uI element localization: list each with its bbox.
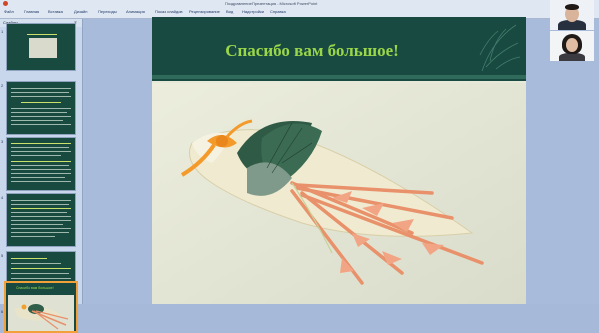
tab-insert[interactable]: Вставка <box>48 9 63 14</box>
slide-heading[interactable]: Спасибо вам большое! <box>152 41 472 61</box>
slide-number: 1 <box>1 29 4 34</box>
tab-review[interactable]: Рецензирование <box>189 9 220 14</box>
tab-help[interactable]: Справка <box>270 9 286 14</box>
header-stripe <box>152 75 526 79</box>
slide-header-band: Спасибо вам большое! <box>152 17 526 81</box>
tab-transitions[interactable]: Переходы <box>98 9 117 14</box>
window-title: ПоздравлениеПрезентация - Microsoft Powe… <box>225 1 318 6</box>
thumbnail-picture <box>29 38 57 58</box>
tab-slideshow[interactable]: Показ слайдов <box>155 9 183 14</box>
tab-design[interactable]: Дизайн <box>74 9 87 14</box>
slide-number: 2 <box>1 83 4 88</box>
tab-animations[interactable]: Анимация <box>126 9 145 14</box>
slides-panel: 1 2 3 4 5 6 Спасибо вам большое! <box>0 23 83 333</box>
tab-addins[interactable]: Надстройки <box>242 9 264 14</box>
slide-number: 5 <box>1 253 4 258</box>
thumbnail-caption: Спасибо вам большое! <box>16 286 54 290</box>
tab-home[interactable]: Главная <box>24 9 39 14</box>
participant-video-1[interactable] <box>550 0 594 30</box>
bouquet-photo <box>152 83 526 304</box>
slide-thumbnail-3[interactable] <box>6 137 76 191</box>
slide-thumbnail-1[interactable] <box>6 23 76 71</box>
slide-thumbnail-2[interactable] <box>6 81 76 135</box>
tab-view[interactable]: Вид <box>226 9 233 14</box>
current-slide[interactable]: Спасибо вам большое! <box>152 17 526 304</box>
tab-file[interactable]: Файл <box>4 9 14 14</box>
slide-thumbnail-6-selected[interactable]: Спасибо вам большое! <box>4 281 78 333</box>
decorative-leaf-ornament <box>479 24 521 72</box>
slide-number: 4 <box>1 195 4 200</box>
bouquet-thumbnail-image <box>14 304 69 330</box>
slide-thumbnail-4[interactable] <box>6 193 76 247</box>
slide-number: 6 <box>1 309 4 314</box>
slide-number: 3 <box>1 139 4 144</box>
participant-video-2[interactable] <box>550 31 594 61</box>
powerpoint-logo-icon <box>3 1 8 6</box>
